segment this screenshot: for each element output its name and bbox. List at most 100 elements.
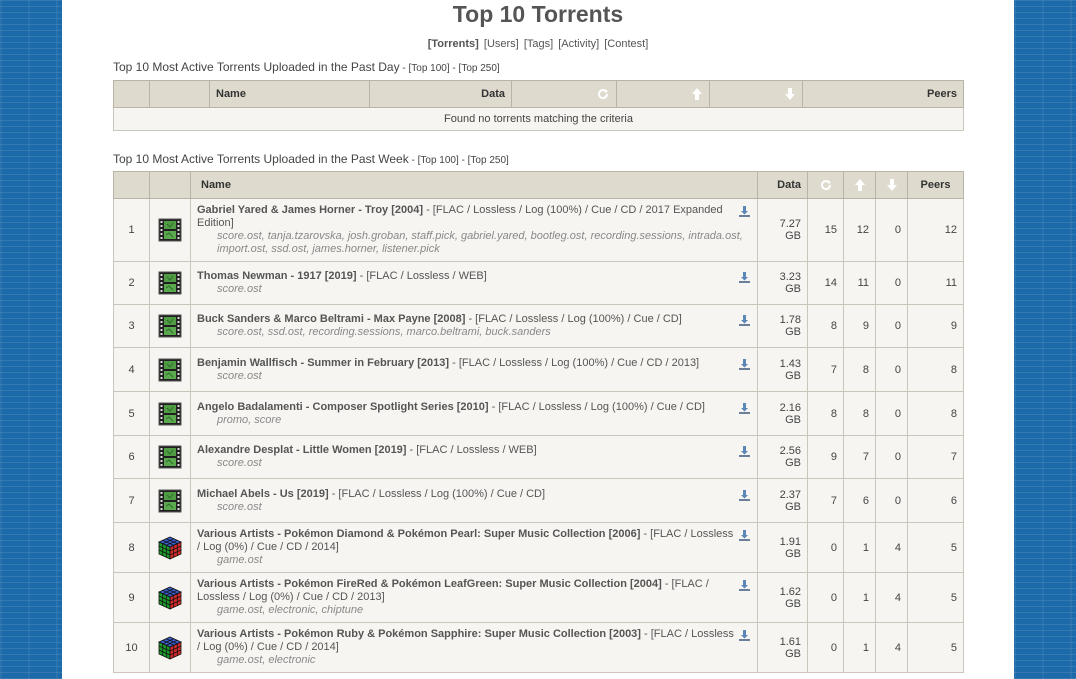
day-top250-link[interactable]: [Top 250] bbox=[459, 63, 500, 74]
download-icon[interactable] bbox=[738, 629, 751, 642]
torrent-name-link[interactable]: Michael Abels - Us [2019] bbox=[197, 488, 329, 500]
torrent-name-link[interactable]: Thomas Newman - 1917 [2019] bbox=[197, 270, 357, 282]
row-category bbox=[149, 622, 191, 673]
row-rank: 9 bbox=[113, 572, 150, 623]
film-icon[interactable] bbox=[158, 314, 182, 338]
table-row-6: 6 Alexandre Desplat - Little Women [2019… bbox=[113, 435, 964, 479]
torrent-name-link[interactable]: Benjamin Wallfisch - Summer in February … bbox=[197, 357, 449, 369]
category-cube-icon[interactable] bbox=[150, 585, 190, 611]
row-info: Michael Abels - Us [2019] - [FLAC / Loss… bbox=[190, 478, 758, 523]
film-icon[interactable] bbox=[158, 402, 182, 426]
torrent-format[interactable]: - [FLAC / Lossless / Log (100%) / Cue / … bbox=[449, 357, 699, 369]
cube-icon[interactable] bbox=[157, 585, 183, 611]
nav-contest[interactable]: [Contest] bbox=[604, 38, 648, 50]
row-tags[interactable]: score.ost bbox=[197, 501, 751, 514]
row-peers: 8 bbox=[907, 347, 964, 392]
row-tags[interactable]: game.ost, electronic bbox=[197, 654, 751, 667]
download-icon[interactable] bbox=[738, 271, 751, 284]
row-peers: 8 bbox=[907, 391, 964, 436]
download-icon[interactable] bbox=[738, 445, 751, 458]
week-header-name[interactable]: Name bbox=[190, 171, 758, 199]
week-header-data[interactable]: Data bbox=[757, 171, 808, 199]
torrent-format[interactable]: - [FLAC / Lossless / WEB] bbox=[406, 444, 537, 456]
category-film-icon[interactable] bbox=[150, 489, 190, 513]
week-header-seeders[interactable] bbox=[843, 171, 876, 199]
category-film-icon[interactable] bbox=[150, 358, 190, 382]
row-tags[interactable]: score.ost bbox=[197, 370, 751, 383]
cube-icon[interactable] bbox=[157, 635, 183, 661]
day-header-peers[interactable]: Peers bbox=[802, 80, 964, 108]
row-tags[interactable]: game.ost bbox=[197, 554, 751, 567]
row-info: Thomas Newman - 1917 [2019] - [FLAC / Lo… bbox=[190, 261, 758, 305]
day-top100-link[interactable]: [Top 100] bbox=[409, 63, 450, 74]
row-tags[interactable]: promo, score bbox=[197, 414, 751, 427]
download-icon[interactable] bbox=[738, 489, 751, 502]
download-icon[interactable] bbox=[738, 205, 751, 218]
film-icon[interactable] bbox=[158, 218, 182, 242]
film-icon[interactable] bbox=[158, 358, 182, 382]
category-film-icon[interactable] bbox=[150, 445, 190, 469]
category-film-icon[interactable] bbox=[150, 314, 190, 338]
week-header-category bbox=[149, 171, 191, 199]
category-film-icon[interactable] bbox=[150, 271, 190, 295]
category-film-icon[interactable] bbox=[150, 218, 190, 242]
day-header-seeders[interactable] bbox=[616, 80, 710, 108]
row-snatches: 0 bbox=[807, 622, 844, 673]
week-header-peers[interactable]: Peers bbox=[907, 171, 964, 199]
day-header-data[interactable]: Data bbox=[369, 80, 512, 108]
torrent-name-link[interactable]: Various Artists - Pokémon FireRed & Poké… bbox=[197, 578, 662, 590]
torrent-format[interactable]: - [FLAC / Lossless / Log (100%) / Cue / … bbox=[329, 488, 545, 500]
category-film-icon[interactable] bbox=[150, 402, 190, 426]
day-header-snatches[interactable] bbox=[511, 80, 617, 108]
torrent-format[interactable]: - [FLAC / Lossless / Log (100%) / Cue / … bbox=[465, 313, 681, 325]
nav-tags[interactable]: [Tags] bbox=[524, 38, 553, 50]
row-tags[interactable]: score.ost, ssd.ost, recording.sessions, … bbox=[197, 326, 751, 339]
day-header-name[interactable]: Name bbox=[209, 80, 370, 108]
day-header-category bbox=[149, 80, 210, 108]
download-icon[interactable] bbox=[738, 358, 751, 371]
nav-users[interactable]: [Users] bbox=[484, 38, 519, 50]
film-icon[interactable] bbox=[158, 445, 182, 469]
category-cube-icon[interactable] bbox=[150, 635, 190, 661]
week-top100-link[interactable]: [Top 100] bbox=[418, 155, 459, 166]
film-icon[interactable] bbox=[158, 489, 182, 513]
torrent-name-link[interactable]: Alexandre Desplat - Little Women [2019] bbox=[197, 444, 406, 456]
cube-icon[interactable] bbox=[157, 535, 183, 561]
download-icon[interactable] bbox=[738, 402, 751, 415]
row-leechers: 0 bbox=[875, 391, 908, 436]
table-row-2: 2 Thomas Newman - 1917 [2019] - [FLAC / … bbox=[113, 261, 964, 305]
torrent-format[interactable]: - [FLAC / Lossless / Log (100%) / Cue / … bbox=[489, 401, 705, 413]
day-sep1: - bbox=[399, 63, 409, 74]
week-header-snatches[interactable] bbox=[807, 171, 844, 199]
day-header-leechers[interactable] bbox=[709, 80, 803, 108]
torrent-name-link[interactable]: Various Artists - Pokémon Ruby & Pokémon… bbox=[197, 628, 641, 640]
row-snatches: 15 bbox=[807, 198, 844, 262]
row-tags[interactable]: game.ost, electronic, chiptune bbox=[197, 604, 751, 617]
row-tags[interactable]: score.ost bbox=[197, 283, 751, 296]
download-icon[interactable] bbox=[738, 314, 751, 327]
arrow-up-icon bbox=[854, 179, 865, 191]
row-tags[interactable]: score.ost bbox=[197, 457, 751, 470]
row-title: Thomas Newman - 1917 [2019] - [FLAC / Lo… bbox=[197, 270, 751, 283]
week-top250-link[interactable]: [Top 250] bbox=[468, 155, 509, 166]
download-icon[interactable] bbox=[738, 579, 751, 592]
torrent-format[interactable]: - [FLAC / Lossless / WEB] bbox=[357, 270, 487, 282]
film-icon[interactable] bbox=[158, 271, 182, 295]
download-icon[interactable] bbox=[738, 529, 751, 542]
row-tags[interactable]: score.ost, tanja.tzarovska, josh.groban,… bbox=[197, 230, 751, 256]
row-size: 7.27 GB bbox=[757, 198, 808, 262]
torrent-name-link[interactable]: Buck Sanders & Marco Beltrami - Max Payn… bbox=[197, 313, 465, 325]
nav-torrents[interactable]: [Torrents] bbox=[428, 38, 479, 50]
week-header-leechers[interactable] bbox=[875, 171, 908, 199]
page-background-left bbox=[0, 0, 62, 679]
nav-activity[interactable]: [Activity] bbox=[558, 38, 599, 50]
torrent-name-link[interactable]: Gabriel Yared & James Horner - Troy [200… bbox=[197, 204, 423, 216]
torrent-name-link[interactable]: Various Artists - Pokémon Diamond & Poké… bbox=[197, 528, 640, 540]
row-size: 1.62 GB bbox=[757, 572, 808, 623]
category-cube-icon[interactable] bbox=[150, 535, 190, 561]
refresh-icon bbox=[820, 180, 831, 191]
table-row-1: 1 Gabriel Yared & James Horner - Troy [2… bbox=[113, 198, 964, 262]
row-category bbox=[149, 522, 191, 573]
torrent-name-link[interactable]: Angelo Badalamenti - Composer Spotlight … bbox=[197, 401, 489, 413]
week-header-row: Name Data Peers bbox=[113, 171, 964, 199]
